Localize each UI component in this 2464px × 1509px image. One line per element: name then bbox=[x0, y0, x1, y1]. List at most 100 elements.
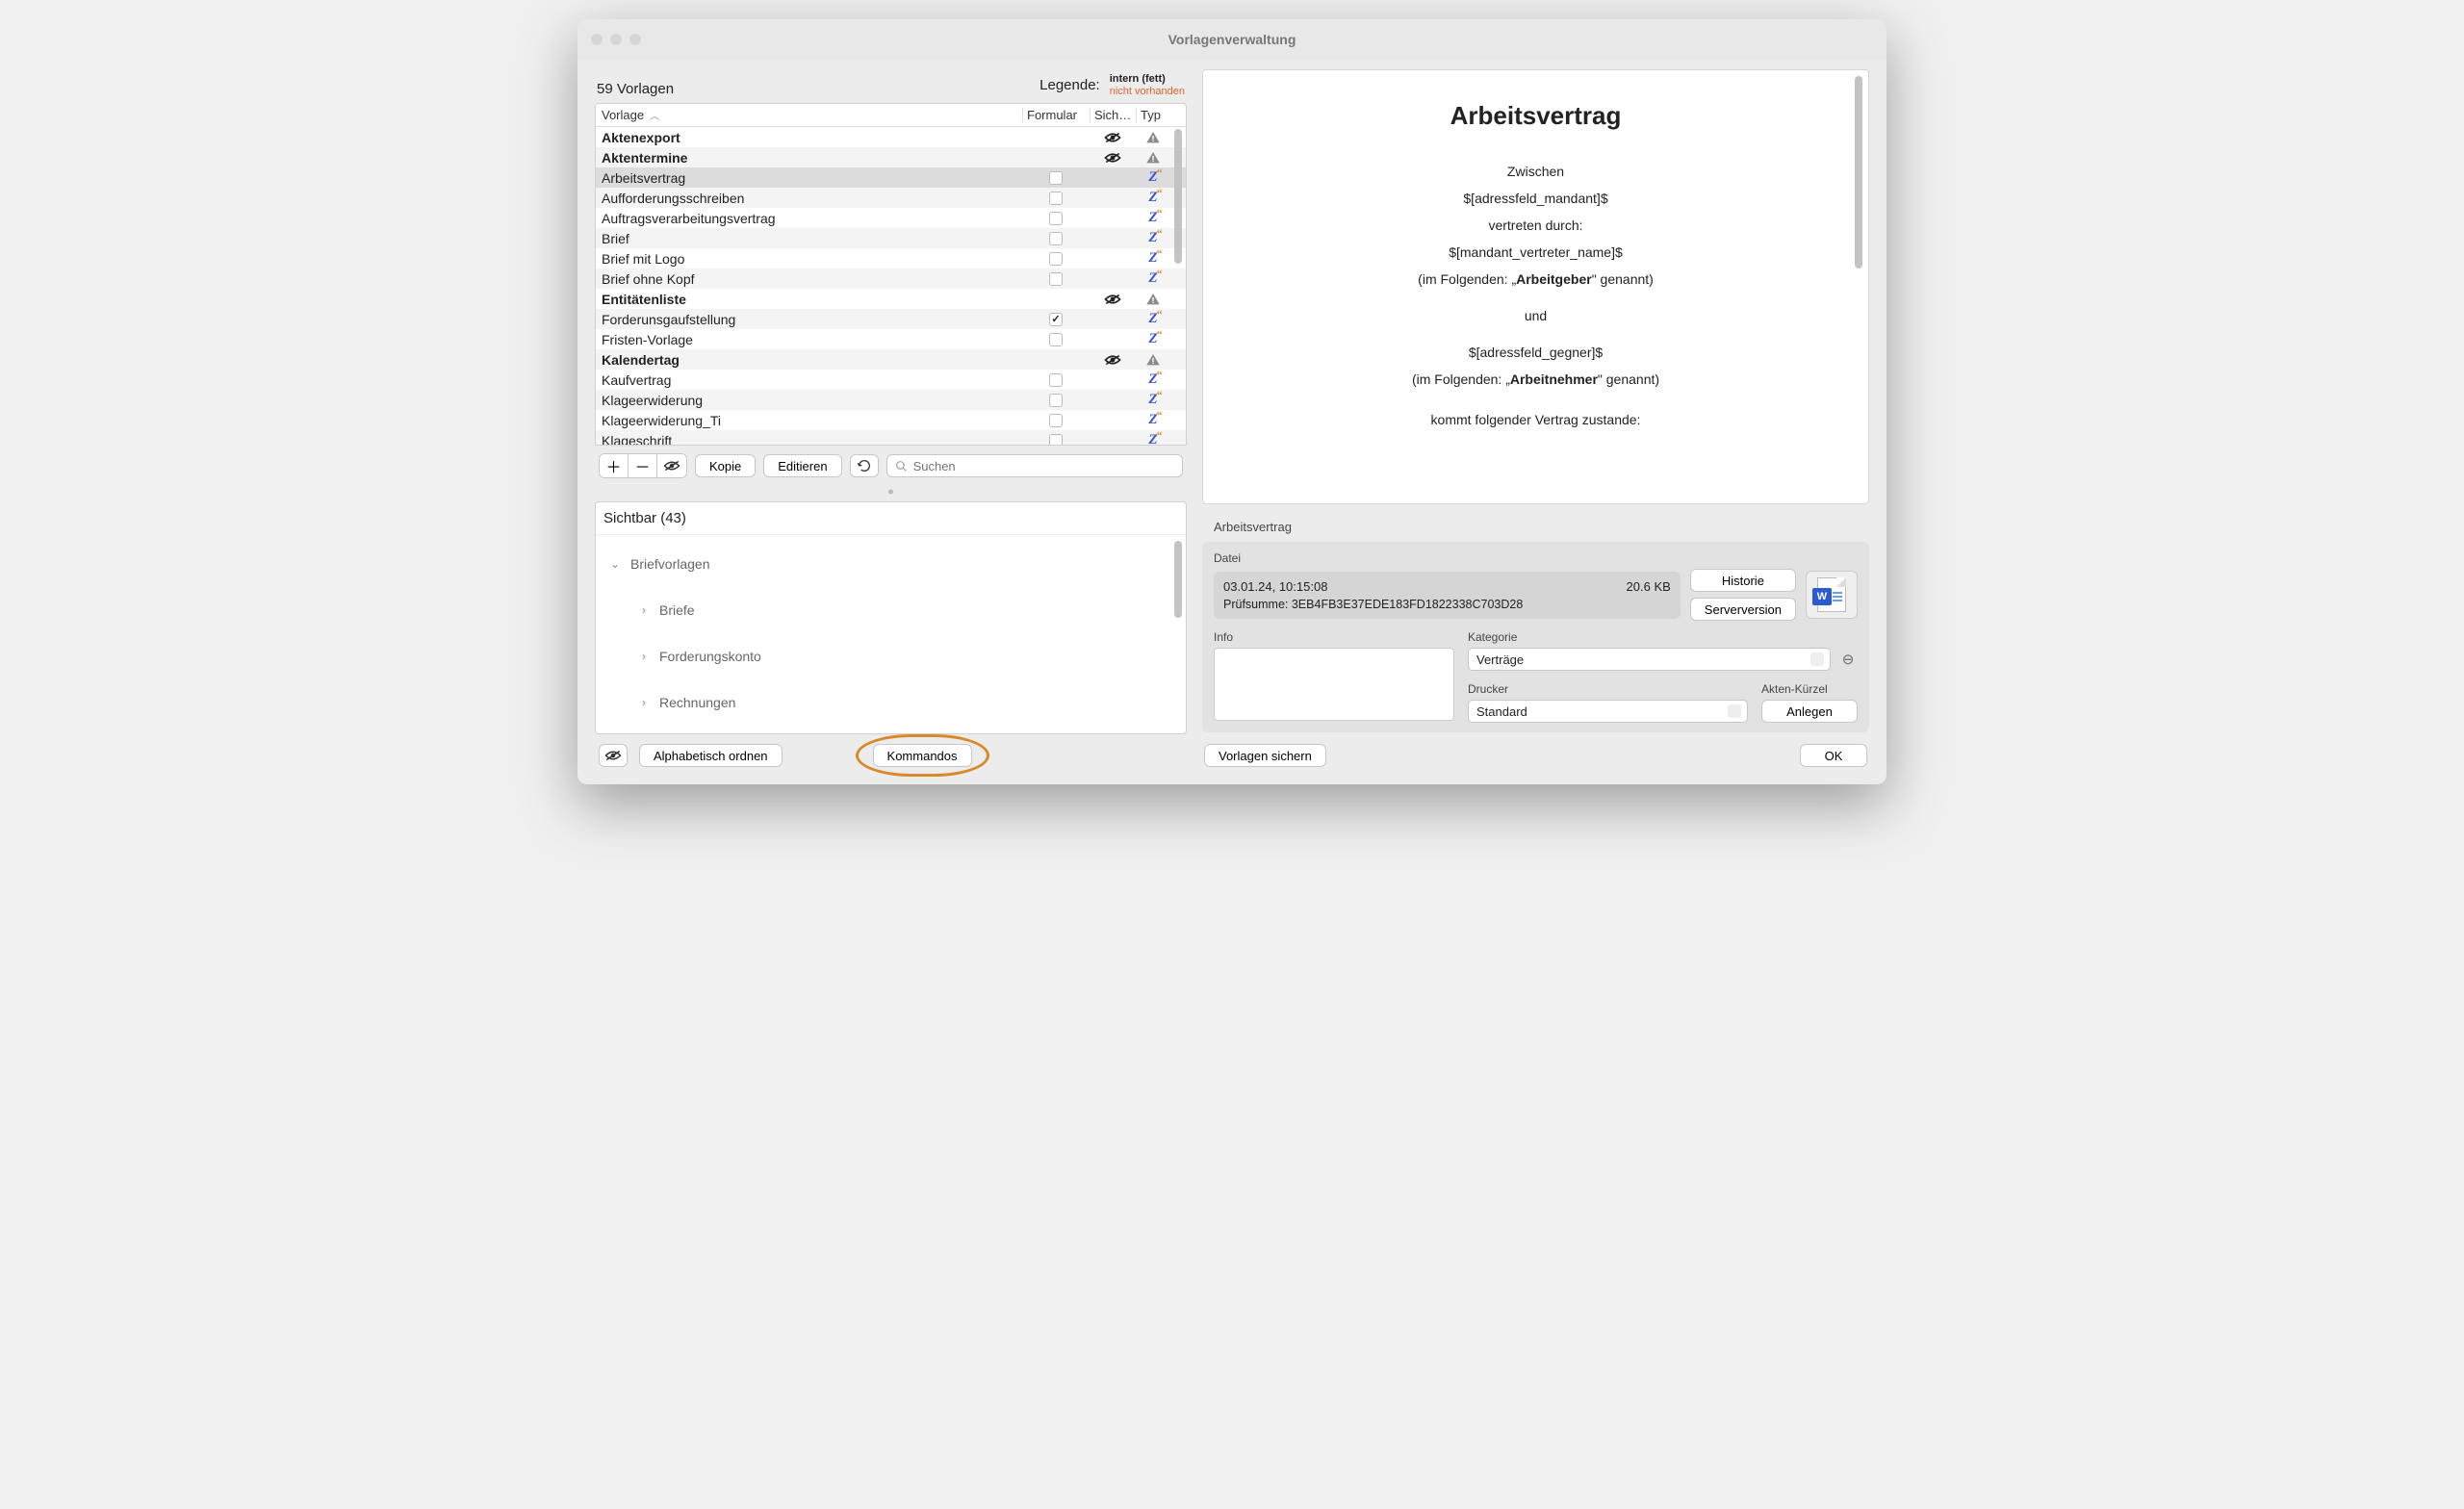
chevron-right-icon: › bbox=[638, 696, 650, 709]
traffic-lights bbox=[591, 34, 641, 45]
col-formular[interactable]: Formular bbox=[1022, 108, 1090, 122]
z-type-icon: Z bbox=[1148, 211, 1157, 225]
table-row[interactable]: BriefZ bbox=[596, 228, 1186, 248]
table-row[interactable]: Kalendertag bbox=[596, 349, 1186, 370]
table-row[interactable]: ArbeitsvertragZ bbox=[596, 167, 1186, 188]
search-input[interactable] bbox=[913, 459, 1174, 473]
z-type-icon: Z bbox=[1148, 372, 1157, 387]
info-textarea[interactable] bbox=[1214, 648, 1454, 721]
category-settings-icon[interactable]: ⊖ bbox=[1838, 651, 1858, 668]
category-select[interactable]: Verträge ▴▾ bbox=[1468, 648, 1831, 671]
legend-label: Legende: bbox=[1040, 77, 1100, 93]
checkbox[interactable] bbox=[1049, 212, 1063, 225]
table-row[interactable]: Aktenexport bbox=[596, 127, 1186, 147]
history-button[interactable]: Historie bbox=[1690, 569, 1796, 592]
row-visibility[interactable] bbox=[1090, 131, 1136, 144]
checkbox[interactable] bbox=[1049, 434, 1063, 446]
row-form[interactable] bbox=[1022, 192, 1090, 205]
scrollbar[interactable] bbox=[1174, 129, 1184, 443]
table-toolbar: ＋ － Kopie Editieren bbox=[595, 446, 1187, 486]
row-type: Z bbox=[1136, 372, 1170, 387]
row-type: Z bbox=[1136, 433, 1170, 445]
scrollbar[interactable] bbox=[1855, 76, 1864, 498]
tree-subitem[interactable]: ›Briefe bbox=[596, 587, 1186, 633]
table-row[interactable]: KaufvertragZ bbox=[596, 370, 1186, 390]
table-row[interactable]: Aktentermine bbox=[596, 147, 1186, 167]
row-form[interactable] bbox=[1022, 252, 1090, 266]
commands-button[interactable]: Kommandos bbox=[873, 744, 972, 767]
checkbox[interactable] bbox=[1049, 414, 1063, 427]
row-form[interactable] bbox=[1022, 394, 1090, 407]
tree-subitem[interactable]: ›Forderungskonto bbox=[596, 633, 1186, 679]
hide-button[interactable] bbox=[657, 454, 686, 477]
table-row[interactable]: Brief mit LogoZ bbox=[596, 248, 1186, 269]
preview-line: kommt folgender Vertrag zustande: bbox=[1242, 412, 1830, 427]
row-form[interactable] bbox=[1022, 232, 1090, 245]
anlegen-button[interactable]: Anlegen bbox=[1761, 700, 1858, 723]
table-row[interactable]: KlageerwiderungZ bbox=[596, 390, 1186, 410]
table-row[interactable]: AufforderungsschreibenZ bbox=[596, 188, 1186, 208]
add-button[interactable]: ＋ bbox=[600, 454, 629, 477]
minimize-icon[interactable] bbox=[610, 34, 622, 45]
preview-line: vertreten durch: bbox=[1242, 217, 1830, 233]
col-vorlage[interactable]: Vorlage ︿ bbox=[596, 108, 1022, 122]
split-handle[interactable]: • bbox=[595, 486, 1187, 498]
tree-label: Rechnungen bbox=[659, 695, 735, 710]
table-row[interactable]: ForderunsgaufstellungZ bbox=[596, 309, 1186, 329]
tree-subitem[interactable]: › Rechnungen bbox=[596, 679, 1186, 726]
row-visibility[interactable] bbox=[1090, 293, 1136, 306]
checkbox[interactable] bbox=[1049, 232, 1063, 245]
table-row[interactable]: KlageschriftZ bbox=[596, 430, 1186, 445]
scrollbar[interactable] bbox=[1174, 541, 1184, 728]
search-field[interactable] bbox=[886, 454, 1183, 477]
save-templates-button[interactable]: Vorlagen sichern bbox=[1204, 744, 1326, 767]
row-name: Auftragsverarbeitungsvertrag bbox=[596, 211, 1022, 226]
table-row[interactable]: Entitätenliste bbox=[596, 289, 1186, 309]
row-type: Z bbox=[1136, 393, 1170, 407]
close-icon[interactable] bbox=[591, 34, 603, 45]
checkbox[interactable] bbox=[1049, 394, 1063, 407]
row-form[interactable] bbox=[1022, 272, 1090, 286]
row-type bbox=[1136, 352, 1170, 368]
open-word-button[interactable]: W bbox=[1806, 571, 1858, 619]
hide-toggle-button[interactable] bbox=[599, 744, 628, 767]
preview-line: Zwischen bbox=[1242, 164, 1830, 179]
ok-button[interactable]: OK bbox=[1800, 744, 1867, 767]
col-sichtbar[interactable]: Sich… bbox=[1090, 108, 1136, 122]
tree-label: Briefe bbox=[659, 602, 695, 618]
checkbox[interactable] bbox=[1049, 252, 1063, 266]
table-row[interactable]: Brief ohne KopfZ bbox=[596, 269, 1186, 289]
zoom-icon[interactable] bbox=[629, 34, 641, 45]
row-visibility[interactable] bbox=[1090, 353, 1136, 367]
row-visibility[interactable] bbox=[1090, 151, 1136, 165]
row-form[interactable] bbox=[1022, 212, 1090, 225]
row-form[interactable] bbox=[1022, 434, 1090, 446]
table-body: AktenexportAktentermineArbeitsvertragZAu… bbox=[596, 127, 1186, 445]
checkbox[interactable] bbox=[1049, 313, 1063, 326]
sort-alpha-button[interactable]: Alphabetisch ordnen bbox=[639, 744, 783, 767]
refresh-button[interactable] bbox=[850, 454, 879, 477]
eye-off-icon bbox=[1104, 353, 1121, 367]
serverversion-button[interactable]: Serverversion bbox=[1690, 598, 1796, 621]
z-type-icon: Z bbox=[1148, 231, 1157, 245]
checkbox[interactable] bbox=[1049, 171, 1063, 185]
edit-button[interactable]: Editieren bbox=[763, 454, 841, 477]
table-row[interactable]: Fristen-VorlageZ bbox=[596, 329, 1186, 349]
row-form[interactable] bbox=[1022, 333, 1090, 346]
row-form[interactable] bbox=[1022, 171, 1090, 185]
checkbox[interactable] bbox=[1049, 333, 1063, 346]
checkbox[interactable] bbox=[1049, 272, 1063, 286]
printer-select[interactable]: Standard ▴▾ bbox=[1468, 700, 1748, 723]
checkbox[interactable] bbox=[1049, 192, 1063, 205]
table-row[interactable]: Klageerwiderung_TiZ bbox=[596, 410, 1186, 430]
row-form[interactable] bbox=[1022, 414, 1090, 427]
copy-button[interactable]: Kopie bbox=[695, 454, 756, 477]
checkbox[interactable] bbox=[1049, 373, 1063, 387]
tree-group[interactable]: ⌄Briefvorlagen bbox=[596, 541, 1186, 587]
row-form[interactable] bbox=[1022, 373, 1090, 387]
titlebar: Vorlagenverwaltung bbox=[578, 19, 1886, 60]
table-row[interactable]: Auftragsverarbeitungsvertrag Z bbox=[596, 208, 1186, 228]
col-typ[interactable]: Typ bbox=[1136, 108, 1170, 122]
row-form[interactable] bbox=[1022, 313, 1090, 326]
remove-button[interactable]: － bbox=[629, 454, 657, 477]
